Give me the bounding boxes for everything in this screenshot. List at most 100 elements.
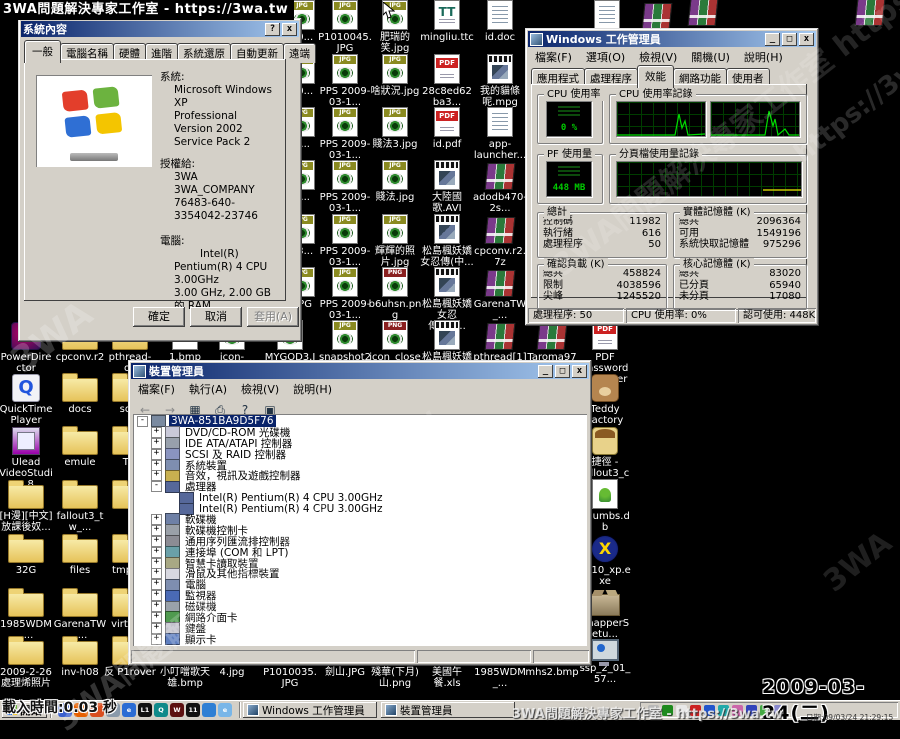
devman-titlebar[interactable]: 裝置管理員 _ □ x — [131, 363, 589, 379]
desktop-icon[interactable]: emule — [53, 425, 107, 468]
menu-item[interactable]: 選項(O) — [579, 48, 632, 66]
sysprops-tabpage: 系統: Microsoft Windows XPProfessionalVers… — [24, 59, 286, 301]
pf-history-group: 分頁檔使用量記錄 — [609, 154, 807, 204]
menu-item[interactable]: 執行(A) — [182, 380, 234, 398]
taskman-titlebar[interactable]: Windows 工作管理員 _ □ x — [528, 31, 816, 47]
desktop-icon-label: 松島楓妖嬌女忍傳(中... — [420, 246, 474, 268]
quicklaunch-icon[interactable]: e — [122, 703, 136, 717]
desktop-icon[interactable]: 我的貓條呢.mpg — [473, 54, 527, 108]
desktop-icon[interactable]: files — [53, 533, 107, 576]
device-icon — [165, 633, 180, 645]
desktop-icon[interactable]: id.pdf — [420, 107, 474, 150]
close-icon[interactable]: x — [799, 33, 814, 46]
desktop-icon[interactable]: GarenaTW_... — [473, 267, 527, 321]
desktop-icon[interactable]: mingliu.ttc — [420, 0, 474, 43]
tree-expand-icon[interactable]: + — [151, 547, 162, 558]
menu-item[interactable]: 檢視(V) — [234, 380, 286, 398]
desktop-icon[interactable]: P1010045.JPG — [318, 0, 372, 54]
desktop-icon[interactable]: QuickTime Player — [0, 372, 53, 426]
close-icon[interactable]: x — [282, 23, 297, 36]
tab[interactable]: 遠端 — [283, 43, 316, 63]
desktop-icon[interactable]: id.doc — [473, 0, 527, 43]
desktop-icon[interactable]: docs — [53, 372, 107, 415]
tree-item[interactable]: + 顯示卡 — [135, 634, 587, 645]
help-icon[interactable]: ? — [265, 23, 280, 36]
desktop-icon[interactable]: GarenaTW_... — [53, 587, 107, 641]
desktop-icon[interactable]: 2009-2-26處理烯照片 — [0, 635, 53, 689]
pf-usage-value: 448 MB — [547, 183, 591, 193]
desktop-icon[interactable]: inv-h08 — [53, 635, 107, 678]
menu-item[interactable]: 關機(U) — [684, 48, 737, 66]
desktop-icon-label: mhs2.bmp — [525, 667, 579, 678]
tree-expand-icon[interactable]: + — [151, 449, 162, 460]
desktop-icon[interactable]: 賤法3.jpg — [368, 107, 422, 150]
desktop-icon[interactable]: adodb470-2s... — [473, 160, 527, 214]
desktop-icon[interactable]: 肥瑞的笑.jpg — [368, 0, 422, 54]
tree-item[interactable]: Intel(R) Pentium(R) 4 CPU 3.00GHz — [135, 492, 587, 503]
stat-value: 975296 — [763, 239, 801, 251]
stat-value: 83020 — [769, 268, 801, 280]
quicklaunch-icon[interactable]: L1 — [138, 703, 152, 717]
maximize-icon[interactable]: □ — [555, 365, 570, 378]
quicklaunch-icon[interactable] — [202, 703, 216, 717]
desktop-icon[interactable]: 大陸國歌.AVI — [420, 160, 474, 214]
desktop-icon[interactable]: PPS 2009-03-1... — [318, 214, 372, 268]
stat-key: 處理程序 — [543, 239, 583, 251]
desktop-icon[interactable]: [H漫][中文]放課後奴... — [0, 479, 53, 533]
registered-line: 3WA — [160, 171, 282, 184]
desktop-icon[interactable] — [676, 0, 730, 28]
desktop-icon[interactable]: 賤法.jpg — [368, 160, 422, 203]
desktop-icon[interactable]: 松島楓妖嬌 — [420, 320, 474, 363]
tree-item[interactable]: - 處理器 — [135, 481, 587, 492]
desktop-icon[interactable]: 28c8ed62ba3... — [420, 54, 474, 108]
desktop-icon-label: files — [53, 565, 107, 576]
taskbar-window-button[interactable]: Windows 工作管理員 — [243, 702, 377, 718]
menu-item[interactable]: 說明(H) — [737, 48, 790, 66]
desktop-icon[interactable]: PPS 2009-03-1... — [318, 54, 372, 108]
desktop-icon[interactable]: app-launcher... — [473, 107, 527, 161]
file-icon — [332, 0, 358, 30]
pf-led-segments — [558, 166, 580, 178]
taskman-statusbar: 處理程序: 50CPU 使用率: 0%認可使用: 448K / 3943K — [528, 308, 816, 323]
desktop-icon[interactable]: 啥狀況.jpg — [368, 54, 422, 97]
desktop-icon-label: PPS 2009-03-1... — [318, 299, 372, 321]
quicklaunch-icon[interactable]: 11 — [186, 703, 200, 717]
close-icon[interactable]: x — [572, 365, 587, 378]
tray-watermark: 3WA問題解決專家工作室 - https://3wa.tw — [512, 703, 783, 722]
system-line: Version 2002 — [160, 123, 282, 136]
desktop-icon[interactable]: 輝輝的照片.jpg — [368, 214, 422, 268]
tree-expand-icon[interactable]: - — [151, 481, 162, 492]
quicklaunch-icon[interactable]: e — [218, 703, 232, 717]
menu-item[interactable]: 檔案(F) — [528, 48, 579, 66]
quicklaunch-icon[interactable]: W — [170, 703, 184, 717]
maximize-icon[interactable]: □ — [782, 33, 797, 46]
minimize-icon[interactable]: _ — [538, 365, 553, 378]
taskbar-window-button[interactable]: 裝置管理員 — [381, 702, 515, 718]
stat-row: 限制4038596 — [538, 280, 666, 292]
taskman-title: Windows 工作管理員 — [546, 31, 661, 47]
tab[interactable]: 一般 — [24, 40, 61, 63]
dialog-button[interactable]: 取消 — [190, 307, 242, 327]
menu-item[interactable]: 檢視(V) — [632, 48, 684, 66]
desktop-icon[interactable]: PPS 2009-03-1... — [318, 160, 372, 214]
desktop-icon[interactable]: 1985WDM_... — [0, 587, 53, 641]
desktop-icon-label: 大陸國歌.AVI — [420, 192, 474, 214]
desktop-icon[interactable]: PPS 2009-03-1... — [318, 107, 372, 161]
tab[interactable]: 效能 — [637, 65, 674, 88]
sysprops-titlebar[interactable]: 系統內容 ? x — [21, 21, 299, 37]
desktop-icon[interactable]: b6uhsn.png — [368, 267, 422, 321]
quicklaunch-icon[interactable]: Q — [154, 703, 168, 717]
dialog-button[interactable]: 確定 — [133, 307, 185, 327]
desktop-icon[interactable]: 32G — [0, 533, 53, 576]
tree-expand-icon[interactable]: - — [137, 416, 148, 427]
menu-item[interactable]: 檔案(F) — [131, 380, 182, 398]
minimize-icon[interactable]: _ — [765, 33, 780, 46]
tree-expand-icon[interactable]: + — [151, 634, 162, 645]
dialog-button[interactable]: 套用(A) — [247, 307, 299, 327]
desktop-icon[interactable]: 松島楓妖嬌女忍傳(中... — [420, 214, 474, 268]
desktop-icon[interactable]: fallout3_tw_... — [53, 479, 107, 533]
desktop-icon[interactable]: cpconv.r2.7z — [473, 214, 527, 268]
menu-item[interactable]: 說明(H) — [286, 380, 339, 398]
desktop-icon[interactable] — [843, 0, 897, 28]
desktop-icon[interactable]: PPS 2009-03-1... — [318, 267, 372, 321]
